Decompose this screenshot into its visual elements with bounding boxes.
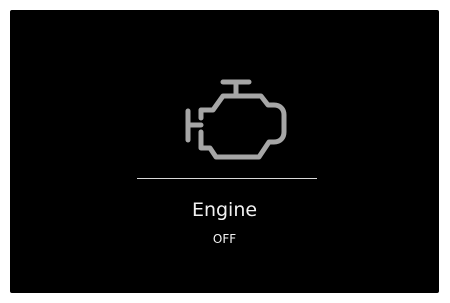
engine-icon — [185, 79, 287, 160]
engine-status-panel: Engine OFF — [10, 10, 439, 293]
divider — [137, 178, 317, 179]
engine-status: OFF — [212, 232, 237, 246]
engine-title: Engine — [191, 199, 258, 221]
